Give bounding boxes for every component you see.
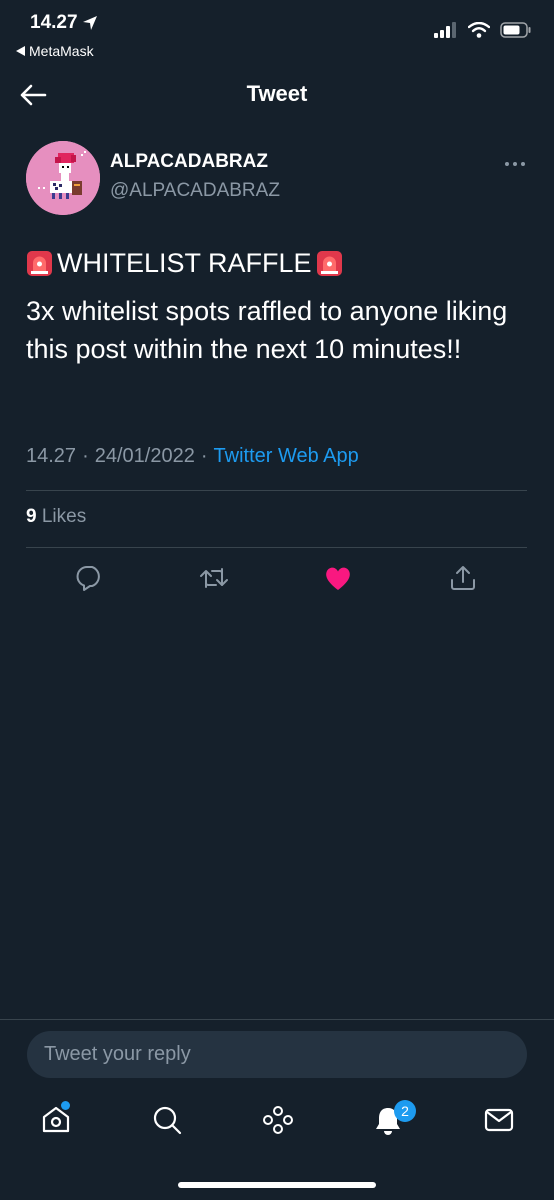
rotating-light-icon bbox=[27, 250, 52, 276]
avatar[interactable] bbox=[26, 141, 100, 215]
nav-search[interactable] bbox=[151, 1104, 183, 1136]
spaces-icon bbox=[263, 1106, 293, 1134]
retweet-icon bbox=[200, 568, 228, 588]
share-icon bbox=[451, 566, 475, 590]
status-time-text: 14.27 bbox=[30, 12, 78, 33]
more-options-button[interactable] bbox=[503, 157, 527, 169]
reply-icon bbox=[76, 566, 100, 591]
tweet-source-link[interactable]: Twitter Web App bbox=[214, 445, 359, 468]
divider bbox=[0, 1019, 554, 1020]
display-name[interactable]: ALPACADABRAZ bbox=[110, 151, 268, 173]
tweet-headline-text: WHITELIST RAFFLE bbox=[57, 248, 312, 278]
divider bbox=[26, 547, 527, 548]
like-button[interactable] bbox=[323, 563, 353, 593]
back-to-app[interactable]: MetaMask bbox=[16, 43, 94, 59]
location-arrow-icon bbox=[82, 16, 97, 30]
back-triangle-icon bbox=[16, 46, 25, 56]
battery-icon bbox=[500, 22, 531, 38]
notifications-badge: 2 bbox=[394, 1100, 416, 1122]
rotating-light-icon bbox=[316, 250, 342, 276]
likes-label: Likes bbox=[41, 506, 87, 527]
likes-number: 9 bbox=[26, 506, 37, 527]
nav-spaces[interactable] bbox=[262, 1104, 294, 1136]
tweet-date: 24/01/2022 bbox=[94, 445, 195, 467]
tweet-time: 14.27 bbox=[26, 445, 77, 467]
wifi-icon bbox=[468, 22, 490, 38]
retweet-button[interactable] bbox=[199, 563, 229, 593]
status-indicators bbox=[434, 22, 532, 38]
cellular-signal-icon bbox=[434, 22, 456, 38]
reply-box[interactable] bbox=[27, 1031, 527, 1078]
nav-messages[interactable] bbox=[483, 1104, 515, 1136]
status-time: 14.27 bbox=[30, 12, 98, 34]
share-button[interactable] bbox=[448, 563, 478, 593]
reply-input[interactable] bbox=[27, 1031, 487, 1078]
alpaca-avatar-image bbox=[26, 141, 100, 215]
page-title: Tweet bbox=[246, 81, 308, 106]
reply-button[interactable] bbox=[75, 563, 105, 593]
search-icon bbox=[153, 1106, 182, 1135]
divider bbox=[26, 490, 527, 491]
meta-separator: · bbox=[82, 445, 89, 467]
more-horizontal-icon bbox=[505, 162, 525, 166]
tweet-headline: WHITELIST RAFFLE bbox=[26, 244, 526, 282]
tweet-body-text: 3x whitelist spots raffled to anyone lik… bbox=[26, 296, 508, 364]
tweet-text: WHITELIST RAFFLE 3x whitelist spots raff… bbox=[26, 244, 526, 368]
user-handle[interactable]: @ALPACADABRAZ bbox=[110, 180, 280, 202]
home-new-dot bbox=[61, 1101, 70, 1110]
tweet-meta: 14.27 · 24/01/2022 · Twitter Web App bbox=[26, 445, 359, 468]
likes-count[interactable]: 9 Likes bbox=[26, 506, 86, 528]
home-indicator[interactable] bbox=[178, 1182, 376, 1188]
heart-filled-icon bbox=[326, 567, 350, 590]
meta-separator: · bbox=[200, 445, 208, 467]
messages-icon bbox=[484, 1108, 514, 1132]
back-to-app-label: MetaMask bbox=[29, 43, 94, 59]
